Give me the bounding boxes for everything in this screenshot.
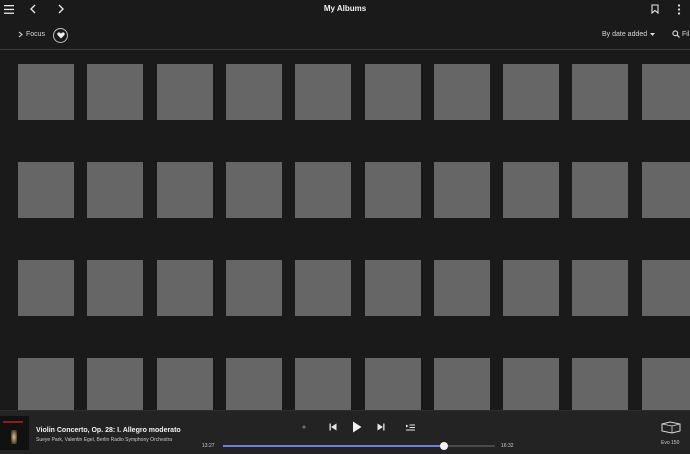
sort-dropdown[interactable]: By date added [602,31,656,38]
progress-handle[interactable] [440,442,449,450]
album-tile[interactable] [433,358,490,410]
album-tile[interactable] [87,162,144,218]
favorites-filter-button[interactable] [53,28,68,43]
speaker-device-icon [661,421,681,434]
focus-label: Focus [26,31,46,38]
album-tile[interactable] [225,358,282,410]
album-tile[interactable] [572,358,629,410]
play-button[interactable] [350,420,364,434]
sort-label: By date added [602,31,648,38]
album-art-thumbnail[interactable] [0,416,29,450]
album-grid [0,51,690,410]
album-tile[interactable] [156,64,213,120]
queue-dot-icon[interactable] [300,423,308,431]
device-name: Evo 150 [661,440,680,446]
album-tile[interactable] [156,358,213,410]
next-track-icon[interactable] [376,422,386,432]
album-tile[interactable] [87,260,144,316]
caret-down-icon [650,33,656,36]
album-tile[interactable] [225,162,282,218]
album-tile[interactable] [295,358,352,410]
album-tile[interactable] [572,162,629,218]
album-tile[interactable] [641,260,690,316]
album-tile[interactable] [503,64,560,120]
now-playing-bar: Violin Concerto, Op. 28: I. Allegro mode… [0,410,690,454]
album-tile[interactable] [433,64,490,120]
album-tile[interactable] [87,64,144,120]
album-tile[interactable] [572,64,629,120]
elapsed-time: 13:27 [202,443,215,449]
album-tile[interactable] [433,162,490,218]
album-tile[interactable] [641,358,690,410]
total-duration: 16:32 [501,443,514,449]
album-tile[interactable] [18,260,74,316]
play-queue-icon[interactable] [405,422,415,432]
album-tile[interactable] [295,260,352,316]
album-tile[interactable] [364,358,421,410]
album-tile[interactable] [364,162,421,218]
album-tile[interactable] [641,64,690,120]
play-icon [353,421,362,433]
album-tile[interactable] [225,260,282,316]
album-tile[interactable] [641,162,690,218]
album-tile[interactable] [503,358,560,410]
progress-bar[interactable] [223,442,495,450]
album-tile[interactable] [225,64,282,120]
album-tile[interactable] [156,162,213,218]
page-title: My Albums [323,4,367,13]
album-tile[interactable] [364,260,421,316]
album-tile[interactable] [503,260,560,316]
chevron-right-icon [18,31,23,38]
album-tile[interactable] [18,358,74,410]
album-tile[interactable] [364,64,421,120]
progress-fill [223,445,445,447]
previous-track-icon[interactable] [328,422,338,432]
more-vertical-icon[interactable] [672,2,686,16]
heart-icon [56,32,65,39]
album-tile[interactable] [87,358,144,410]
filter-search[interactable]: Fil [672,30,689,38]
album-tile[interactable] [18,64,74,120]
album-tile[interactable] [18,162,74,218]
track-artists: Sueye Park, Valentin Egel, Berlin Radio … [36,437,173,443]
bookmark-icon[interactable] [648,2,662,16]
album-tile[interactable] [433,260,490,316]
focus-button[interactable]: Focus [18,31,45,38]
track-title: Violin Concerto, Op. 28: I. Allegro mode… [36,427,181,434]
album-tile[interactable] [503,162,560,218]
search-icon [672,30,680,38]
album-tile[interactable] [295,162,352,218]
filter-bar: Focus By date added Fil [0,22,690,50]
album-tile[interactable] [156,260,213,316]
album-tile[interactable] [572,260,629,316]
filter-label: Fil [682,30,690,38]
top-bar: My Albums [0,0,690,20]
album-tile[interactable] [295,64,352,120]
